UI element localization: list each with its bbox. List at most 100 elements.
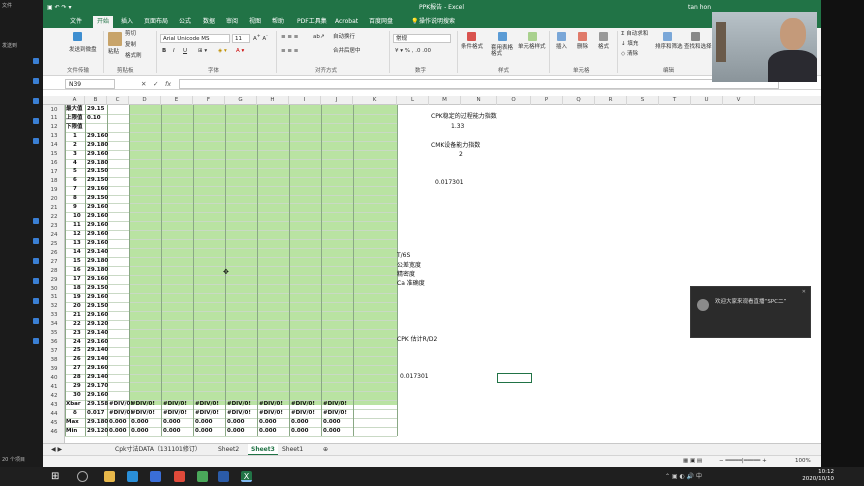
column-header[interactable]: A: [65, 96, 85, 105]
view-buttons-icon[interactable]: ▦ ▣ ▤: [683, 458, 702, 465]
cell-stat[interactable]: #DIV/0!: [163, 411, 187, 417]
cell-a[interactable]: 6: [73, 178, 77, 184]
row-header[interactable]: 29: [43, 277, 65, 283]
cell-stat[interactable]: 0.000: [131, 428, 148, 435]
cell-a[interactable]: 3: [73, 151, 77, 158]
cell-stat[interactable]: #DIV/0!: [259, 402, 283, 408]
row-header[interactable]: 12: [43, 124, 65, 130]
cell-a[interactable]: 9: [73, 205, 77, 211]
tab-review[interactable]: 审阅: [226, 16, 238, 28]
zoom-level[interactable]: 100%: [795, 458, 811, 465]
column-header[interactable]: D: [129, 96, 161, 105]
align-top-icon[interactable]: ≡ ≡ ≡: [281, 34, 298, 41]
column-header[interactable]: K: [353, 96, 397, 105]
cell-stat[interactable]: 0.000: [227, 428, 244, 435]
folder-icon[interactable]: [33, 58, 39, 64]
folder-icon[interactable]: [33, 78, 39, 84]
row-header[interactable]: 19: [43, 187, 65, 193]
cell-stat[interactable]: #DIV/0!: [323, 402, 347, 408]
cell-b[interactable]: 29.120: [87, 321, 108, 328]
folder-icon[interactable]: [33, 98, 39, 104]
format-cells-icon[interactable]: [599, 32, 608, 41]
selected-cell[interactable]: [497, 373, 532, 383]
row-header[interactable]: 16: [43, 160, 65, 166]
column-header[interactable]: V: [723, 96, 755, 105]
cell-stat[interactable]: 0.000: [195, 420, 212, 426]
cell-a[interactable]: 19: [73, 294, 81, 301]
column-header[interactable]: M: [429, 96, 461, 105]
cell-b[interactable]: 29.180: [87, 160, 108, 167]
cell-stat[interactable]: #DIV/0!: [109, 411, 133, 417]
cell-a[interactable]: 26: [73, 357, 81, 363]
wrap-text-button[interactable]: 自动换行: [333, 34, 355, 41]
cell-a[interactable]: 8: [73, 196, 77, 202]
cell-b[interactable]: 29.158: [87, 402, 108, 408]
row-header[interactable]: 37: [43, 348, 65, 354]
cell-a[interactable]: 21: [73, 312, 81, 319]
row-header[interactable]: 15: [43, 151, 65, 157]
row-header[interactable]: 42: [43, 393, 65, 399]
row-header[interactable]: 18: [43, 178, 65, 184]
row-header[interactable]: 24: [43, 232, 65, 238]
insert-button[interactable]: 插入: [556, 44, 567, 51]
cell-b[interactable]: 0.017: [87, 411, 104, 417]
italic-icon[interactable]: I: [173, 48, 175, 55]
bold-icon[interactable]: B: [162, 48, 166, 55]
cell-stat[interactable]: 0.000: [291, 428, 308, 435]
sort-filter-icon[interactable]: [663, 32, 672, 41]
font-size-dropdown[interactable]: 11: [232, 34, 250, 43]
row-header[interactable]: 38: [43, 357, 65, 363]
sort-filter-button[interactable]: 排序和筛选: [655, 44, 683, 51]
autosum-button[interactable]: Σ 自动求和: [621, 31, 648, 38]
cell-stat[interactable]: #DIV/0!: [323, 411, 347, 417]
cell-stat[interactable]: 0.000: [163, 420, 180, 426]
column-header[interactable]: N: [461, 96, 497, 105]
cell-b[interactable]: 29.160: [87, 276, 108, 283]
cell-a[interactable]: 5: [73, 169, 77, 175]
row-header[interactable]: 41: [43, 384, 65, 390]
cell-b[interactable]: 29.160: [87, 133, 108, 140]
tab-view[interactable]: 视图: [249, 16, 261, 28]
word-icon[interactable]: [218, 471, 229, 482]
conditional-format-icon[interactable]: [467, 32, 476, 41]
folder-icon[interactable]: [33, 318, 39, 324]
cell-stat[interactable]: 0.000: [291, 420, 308, 426]
folder-icon[interactable]: [33, 258, 39, 264]
border-icon[interactable]: ⊞ ▾: [198, 48, 207, 55]
search-icon[interactable]: [77, 471, 88, 482]
delete-button[interactable]: 删除: [577, 44, 588, 51]
delete-cells-icon[interactable]: [578, 32, 587, 41]
cell-b[interactable]: 29.160: [87, 214, 108, 220]
row-header[interactable]: 27: [43, 259, 65, 265]
cell-a[interactable]: 2: [73, 142, 77, 149]
cell-b[interactable]: 29.150: [87, 169, 108, 175]
cell-a[interactable]: 15: [73, 258, 81, 265]
find-select-icon[interactable]: [691, 32, 700, 41]
cell-b[interactable]: 29.140: [87, 348, 108, 354]
tab-help[interactable]: 帮助: [272, 16, 284, 28]
live-chat-notification[interactable]: 欢迎大家来观看直播“SPC二” ✕: [690, 286, 811, 338]
row-header[interactable]: 14: [43, 142, 65, 148]
cell-a[interactable]: 30: [73, 393, 81, 399]
cell-a[interactable]: δ: [73, 411, 77, 417]
send-to-wechat-icon[interactable]: [73, 32, 82, 41]
table-format-button[interactable]: 套用表格格式: [491, 45, 515, 57]
send-button[interactable]: 发送到微盘: [69, 47, 97, 54]
cell-a[interactable]: Min: [66, 428, 77, 435]
column-header[interactable]: G: [225, 96, 257, 105]
row-header[interactable]: 43: [43, 402, 65, 408]
cell-b[interactable]: 29.180: [87, 258, 108, 265]
cell-stat[interactable]: #DIV/0!: [195, 411, 219, 417]
cell-b[interactable]: 29.180: [87, 267, 108, 274]
cell-a[interactable]: 下限值: [66, 124, 83, 131]
cell-a[interactable]: 10: [73, 214, 81, 220]
cell-b[interactable]: 29.150: [87, 285, 108, 292]
tab-page-layout[interactable]: 页面布局: [144, 16, 168, 28]
name-box[interactable]: N39: [65, 79, 115, 89]
cell-a[interactable]: 13: [73, 241, 81, 247]
cell-a[interactable]: 16: [73, 267, 81, 274]
app-icon[interactable]: [197, 471, 208, 482]
column-header[interactable]: P: [531, 96, 563, 105]
tab-baidu-netdisk[interactable]: 百度网盘: [369, 16, 393, 28]
explorer-icon[interactable]: [104, 471, 115, 482]
